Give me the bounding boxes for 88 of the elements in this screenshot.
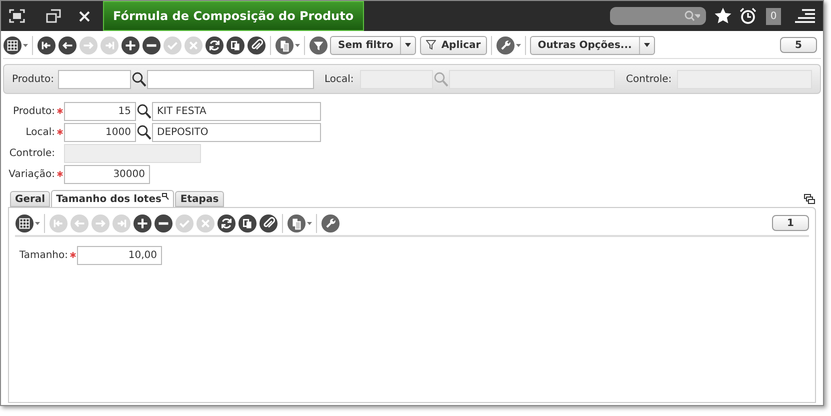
remove-button[interactable] — [154, 214, 173, 232]
arrow-left-icon — [58, 36, 77, 54]
check-icon — [175, 214, 194, 232]
filter-select[interactable]: Outras Opções... — [530, 36, 655, 54]
apply-button[interactable]: Aplicar — [420, 36, 487, 54]
field-label: Controle: — [626, 72, 673, 86]
input-field[interactable]: 30000 — [64, 164, 150, 184]
arrow-right-icon — [91, 214, 110, 232]
input-field[interactable] — [58, 70, 131, 88]
add-button[interactable] — [133, 214, 152, 232]
windows-icon[interactable] — [804, 194, 815, 204]
window-title-tab[interactable]: Fórmula de Composição do Produto — [103, 1, 364, 31]
attach-button[interactable] — [247, 36, 266, 54]
close-icon[interactable] — [79, 10, 90, 22]
arrow-right-icon — [79, 36, 98, 54]
caret-icon — [644, 43, 650, 47]
wrench-icon — [321, 214, 340, 232]
star-icon[interactable] — [714, 7, 732, 25]
search-icon — [684, 10, 700, 22]
wrench-icon — [496, 36, 515, 54]
refresh-button[interactable] — [217, 214, 236, 232]
previous-button[interactable] — [58, 36, 77, 54]
skip-forward-icon — [100, 36, 119, 54]
field-label: Controle: — [8, 146, 55, 160]
skip-back-icon — [49, 214, 68, 232]
copy-button[interactable] — [238, 214, 257, 232]
refresh-icon — [217, 214, 236, 232]
remove-button[interactable] — [142, 36, 161, 54]
minus-icon — [142, 36, 161, 54]
field-label: Tamanho: — [18, 248, 68, 262]
field-label: Local: — [324, 72, 355, 86]
caret-icon — [405, 43, 412, 47]
grid-icon — [3, 36, 22, 54]
arrow-left-icon — [70, 214, 89, 232]
skip-back-icon — [37, 36, 56, 54]
copy-icon — [238, 214, 257, 232]
grid-button[interactable] — [15, 214, 40, 232]
popout-icon[interactable] — [162, 193, 170, 200]
search-field[interactable] — [610, 7, 706, 25]
input-field[interactable]: DEPOSITO — [152, 122, 321, 142]
input-field[interactable]: KIT FESTA — [152, 102, 321, 120]
input-field[interactable]: 10,00 — [77, 246, 162, 264]
x-icon — [184, 36, 203, 54]
tab[interactable]: Etapas — [175, 191, 224, 207]
input-field[interactable]: 1000 — [64, 122, 136, 142]
attach-button[interactable] — [259, 214, 278, 232]
field-label: Local: — [24, 126, 55, 140]
menu-icon[interactable] — [794, 8, 815, 24]
documents-icon — [287, 214, 306, 232]
minus-icon — [154, 214, 173, 232]
copy-button[interactable] — [226, 36, 245, 54]
plus-icon — [133, 214, 152, 232]
fullscreen-icon[interactable] — [9, 9, 25, 23]
first-record-button[interactable] — [37, 36, 56, 54]
tab[interactable]: Geral — [10, 191, 50, 207]
filter-select[interactable]: Sem filtro — [330, 36, 416, 54]
report-button[interactable] — [275, 36, 300, 54]
field-label: Variação: — [8, 168, 55, 182]
input-field[interactable] — [147, 70, 314, 88]
record-count: 5 — [780, 37, 817, 53]
refresh-button[interactable] — [205, 36, 224, 54]
search-icon[interactable] — [137, 104, 151, 118]
add-button[interactable] — [121, 36, 140, 54]
field-label: Produto: — [12, 72, 55, 86]
tools-button[interactable] — [321, 214, 340, 232]
tools-button[interactable] — [496, 36, 521, 54]
documents-icon — [275, 36, 294, 54]
field-label: Produto: — [12, 104, 55, 118]
restore-window-icon[interactable] — [46, 9, 61, 23]
paperclip-icon — [259, 214, 278, 232]
grid-icon — [15, 214, 34, 232]
input-field[interactable]: 15 — [64, 102, 136, 120]
funnel-icon — [426, 40, 436, 50]
check-icon — [163, 36, 182, 54]
search-icon[interactable] — [137, 124, 151, 140]
grid-button[interactable] — [3, 36, 28, 54]
window-title: Fórmula de Composição do Produto — [113, 8, 354, 25]
tab[interactable]: Tamanho dos lotes — [51, 190, 174, 208]
x-icon — [196, 214, 215, 232]
paperclip-icon — [247, 36, 266, 54]
skip-forward-icon — [112, 214, 131, 232]
record-count: 1 — [772, 215, 809, 231]
plus-icon — [121, 36, 140, 54]
copy-icon — [226, 36, 245, 54]
refresh-icon — [205, 36, 224, 54]
search-icon[interactable] — [132, 72, 146, 86]
report-button[interactable] — [287, 214, 312, 232]
alarm-clock-icon[interactable] — [739, 7, 757, 25]
